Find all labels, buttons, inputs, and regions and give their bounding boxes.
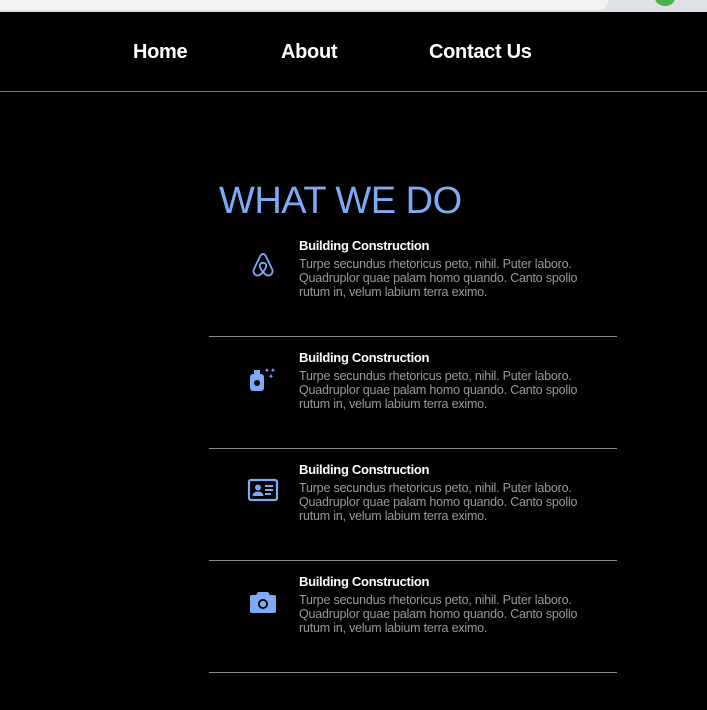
id-card-icon	[247, 478, 279, 502]
section-title: WHAT WE DO	[219, 180, 462, 222]
service-item: Building Construction Turpe secundus rhe…	[209, 449, 617, 561]
nav-about[interactable]: About	[281, 41, 338, 64]
nav-home[interactable]: Home	[133, 41, 188, 64]
spray-bottle-sparkle-icon	[250, 368, 276, 391]
service-title: Building Construction	[299, 350, 430, 365]
service-description: Turpe secundus rhetoricus peto, nihil. P…	[299, 481, 578, 523]
airbnb-icon	[252, 253, 274, 277]
browser-toolbar	[0, 0, 707, 12]
nav-contact-us[interactable]: Contact Us	[429, 41, 532, 64]
service-title: Building Construction	[299, 462, 430, 477]
service-description: Turpe secundus rhetoricus peto, nihil. P…	[299, 257, 578, 299]
camera-icon	[250, 592, 276, 613]
service-title: Building Construction	[299, 238, 430, 253]
service-item: Building Construction Turpe secundus rhe…	[209, 337, 617, 449]
profile-avatar[interactable]	[655, 0, 675, 6]
service-item: Building Construction Turpe secundus rhe…	[209, 561, 617, 673]
address-bar[interactable]	[0, 0, 608, 10]
service-description: Turpe secundus rhetoricus peto, nihil. P…	[299, 593, 578, 635]
top-nav: Home About Contact Us	[0, 12, 707, 92]
service-description: Turpe secundus rhetoricus peto, nihil. P…	[299, 369, 578, 411]
service-item: Building Construction Turpe secundus rhe…	[209, 225, 617, 337]
service-title: Building Construction	[299, 574, 430, 589]
